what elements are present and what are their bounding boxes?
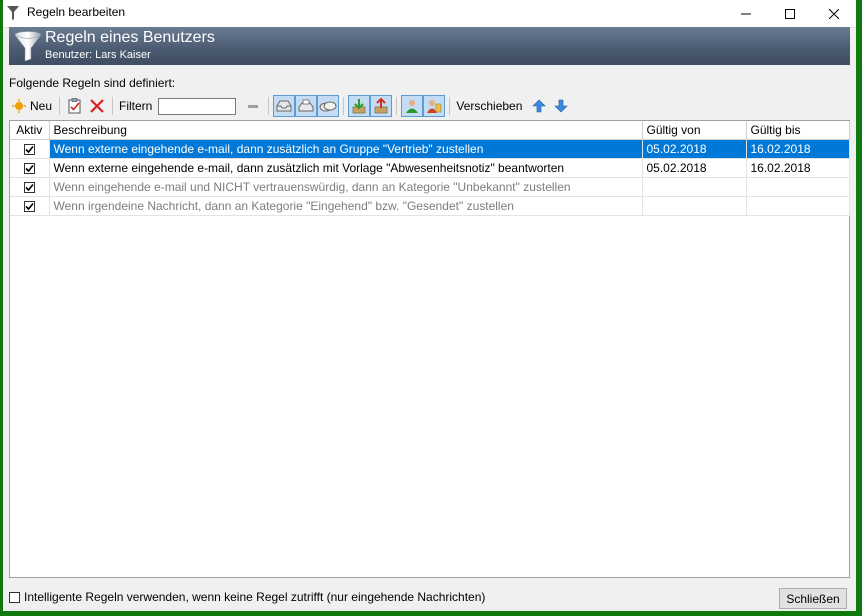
toolbar-separator (268, 97, 270, 115)
maximize-button[interactable] (768, 0, 812, 27)
minimize-button[interactable] (724, 0, 768, 27)
toolbar: Neu Filtern Verschieben (9, 94, 850, 118)
toolbar-separator (396, 97, 398, 115)
rules-grid[interactable]: Aktiv Beschreibung Gültig von Gültig bis… (9, 120, 850, 578)
import-button[interactable] (348, 95, 371, 117)
move-label: Verschieben (456, 99, 523, 113)
rules-dialog: Regeln bearbeiten Regeln eines Benutzers… (3, 0, 856, 611)
import-arrow-icon (352, 99, 366, 114)
active-cell (10, 158, 50, 178)
checkmark-icon (25, 203, 34, 211)
new-star-icon (12, 99, 26, 113)
table-header-row: Aktiv Beschreibung Gültig von Gültig bis (10, 121, 850, 140)
valid-from-cell: 05.02.2018 (642, 139, 747, 159)
table-row[interactable]: Wenn externe eingehende e-mail, dann zus… (10, 139, 850, 159)
column-header-gueltig-bis[interactable]: Gültig bis (746, 121, 850, 140)
group-rule-icon (427, 100, 442, 113)
valid-from-cell (642, 177, 747, 197)
toolbar-separator (343, 97, 345, 115)
filter-outbox-button[interactable] (295, 95, 318, 117)
inbox-tray-icon (276, 100, 292, 112)
toolbar-separator (112, 97, 114, 115)
edit-rule-button[interactable] (64, 95, 86, 117)
valid-to-cell (746, 196, 850, 216)
title-bar[interactable]: Regeln bearbeiten (3, 0, 856, 28)
active-checkbox[interactable] (23, 182, 35, 194)
filter-all-button[interactable] (317, 95, 340, 117)
arrow-down-icon (554, 99, 569, 113)
export-button[interactable] (370, 95, 393, 117)
window-title: Regeln bearbeiten (27, 5, 126, 19)
checkmark-icon (25, 184, 34, 192)
page-title: Regeln eines Benutzers (45, 29, 215, 46)
valid-from-cell: 05.02.2018 (642, 158, 747, 178)
table-row[interactable]: Wenn eingehende e-mail und NICHT vertrau… (10, 177, 850, 197)
checkmark-icon (25, 165, 34, 173)
close-window-button[interactable] (812, 0, 856, 27)
smart-rules-option[interactable]: Intelligente Regeln verwenden, wenn kein… (9, 590, 485, 604)
description-cell: Wenn externe eingehende e-mail, dann zus… (49, 158, 643, 178)
new-label: Neu (30, 99, 53, 113)
toolbar-separator (59, 97, 61, 115)
header-banner: Regeln eines Benutzers Benutzer: Lars Ka… (9, 27, 850, 65)
filter-inbox-button[interactable] (273, 95, 296, 117)
active-checkbox[interactable] (23, 144, 35, 156)
checkmark-icon (25, 146, 34, 154)
column-header-beschreibung[interactable]: Beschreibung (49, 121, 643, 140)
valid-to-cell: 16.02.2018 (746, 158, 850, 178)
export-arrow-icon (374, 98, 388, 114)
smart-rules-checkbox[interactable] (9, 591, 20, 603)
maximize-icon (785, 8, 795, 19)
delete-rule-button[interactable] (86, 95, 108, 117)
filter-input[interactable] (158, 97, 237, 115)
group-rules-button[interactable] (423, 95, 446, 117)
table-row[interactable]: Wenn irgendeine Nachricht, dann an Kateg… (10, 196, 850, 216)
active-checkbox[interactable] (23, 163, 35, 175)
user-rule-icon (406, 100, 419, 113)
clear-filter-button[interactable] (248, 104, 259, 108)
arrow-up-icon (532, 99, 547, 113)
column-header-gueltig-von[interactable]: Gültig von (642, 121, 747, 140)
rules-table: Aktiv Beschreibung Gültig von Gültig bis… (10, 121, 850, 216)
minimize-icon (741, 13, 751, 14)
active-checkbox[interactable] (23, 201, 35, 213)
funnel-icon (7, 6, 19, 20)
new-rule-button[interactable]: Neu (9, 95, 55, 117)
active-cell (10, 177, 50, 197)
toolbar-separator (449, 97, 451, 115)
smart-rules-label: Intelligente Regeln verwenden, wenn kein… (24, 590, 486, 604)
description-cell: Wenn eingehende e-mail und NICHT vertrau… (49, 177, 643, 197)
outbox-tray-icon (298, 99, 314, 112)
move-down-button[interactable] (550, 95, 572, 117)
filter-label: Filtern (119, 99, 153, 113)
valid-from-cell (642, 196, 747, 216)
valid-to-cell: 16.02.2018 (746, 139, 850, 159)
active-cell (10, 196, 50, 216)
close-button[interactable]: Schließen (779, 588, 847, 609)
active-cell (10, 139, 50, 159)
funnel-icon (14, 31, 42, 62)
column-header-aktiv[interactable]: Aktiv (10, 121, 50, 140)
checklist-edit-icon (68, 98, 81, 114)
delete-x-icon (90, 99, 104, 113)
tray-stack-icon (319, 101, 337, 112)
user-label: Benutzer: Lars Kaiser (45, 49, 151, 61)
close-icon (829, 8, 839, 19)
rules-defined-label: Folgende Regeln sind definiert: (9, 76, 176, 90)
user-rules-button[interactable] (401, 95, 424, 117)
table-row[interactable]: Wenn externe eingehende e-mail, dann zus… (10, 158, 850, 178)
description-cell: Wenn externe eingehende e-mail, dann zus… (49, 139, 643, 159)
move-up-button[interactable] (528, 95, 550, 117)
description-cell: Wenn irgendeine Nachricht, dann an Kateg… (49, 196, 643, 216)
valid-to-cell (746, 177, 850, 197)
